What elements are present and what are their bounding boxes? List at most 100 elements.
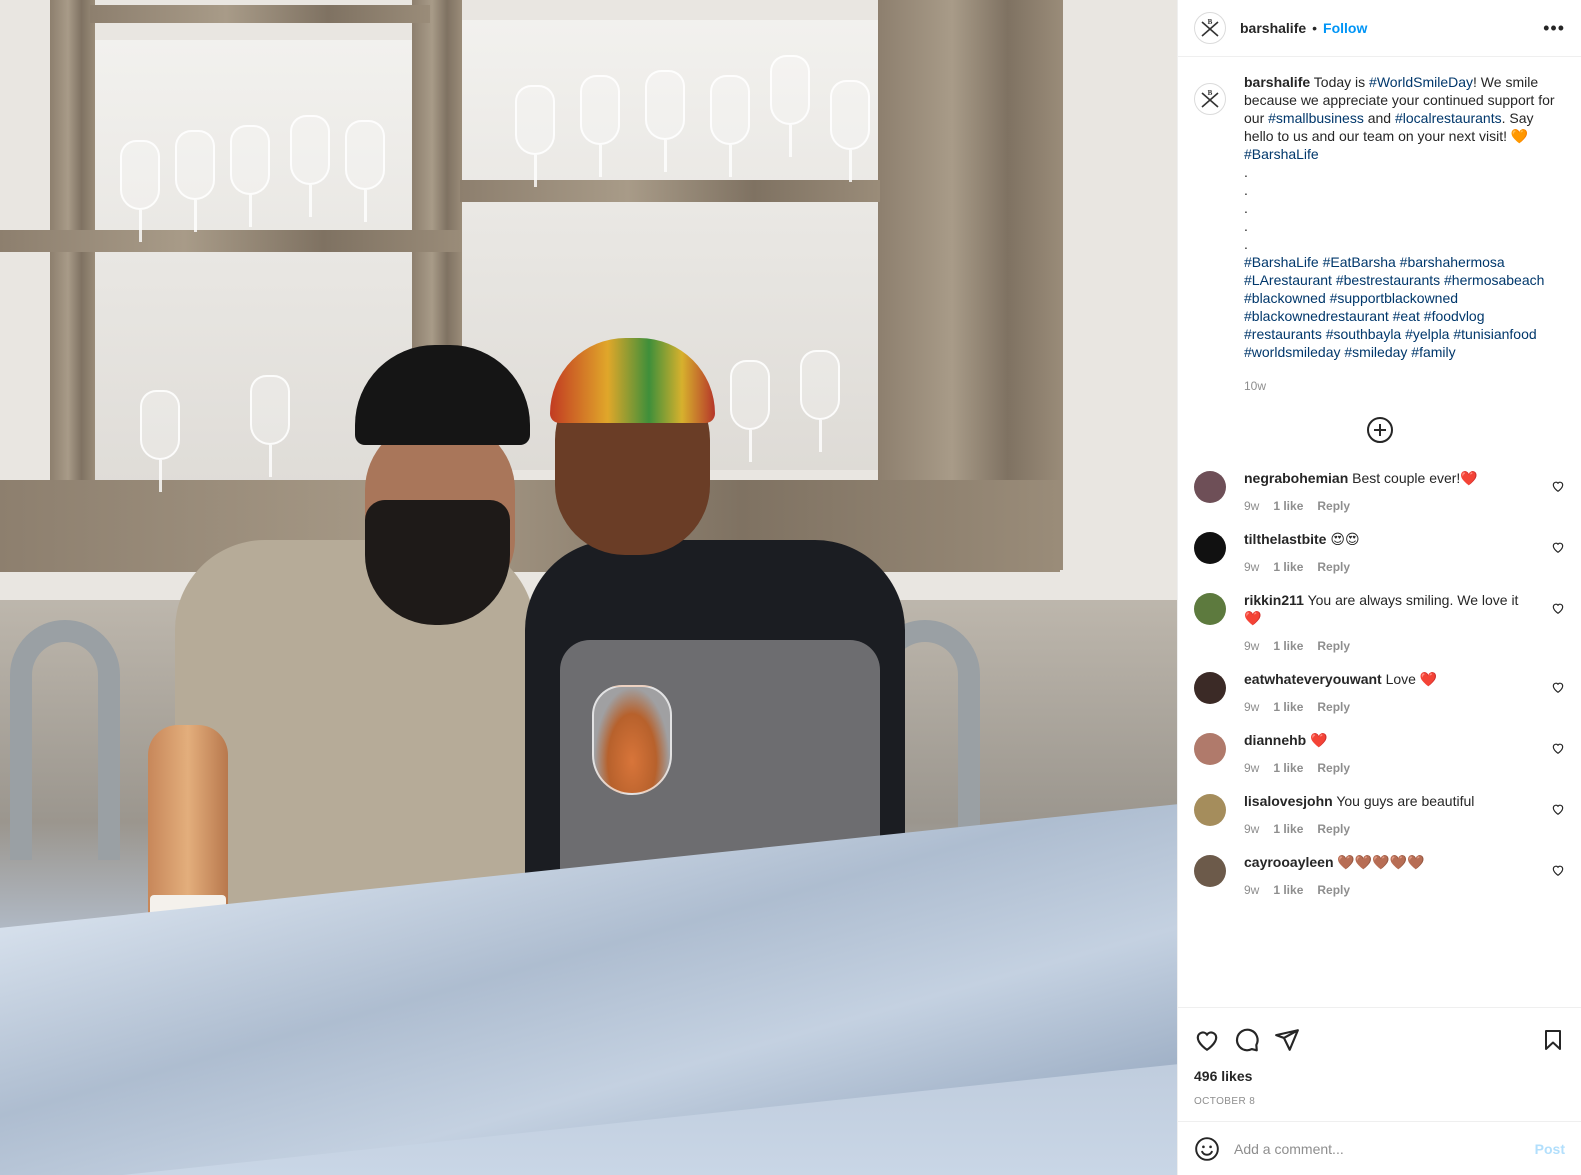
photo-glass bbox=[175, 130, 215, 232]
heart-icon[interactable] bbox=[1551, 741, 1565, 755]
avatar[interactable] bbox=[1194, 593, 1226, 625]
comment-meta: 9w 1 like Reply bbox=[1244, 822, 1534, 836]
bookmark-icon[interactable] bbox=[1541, 1027, 1565, 1053]
heart-icon[interactable] bbox=[1551, 680, 1565, 694]
comment-username[interactable]: eatwhateveryouwant bbox=[1244, 671, 1382, 687]
post-date[interactable]: October 8 bbox=[1194, 1096, 1565, 1107]
comment-item: eatwhateveryouwant Love ❤️ 9w 1 like Reply bbox=[1194, 670, 1565, 714]
heart-icon[interactable] bbox=[1551, 601, 1565, 615]
comment-item: tilthelastbite 😍😍 9w 1 like Reply bbox=[1194, 530, 1565, 574]
caption-body: barshalife Today is #WorldSmileDay! We s… bbox=[1244, 73, 1565, 395]
photo-shelf-board bbox=[0, 230, 462, 252]
heart-icon[interactable] bbox=[1551, 863, 1565, 877]
comment-time[interactable]: 9w bbox=[1244, 560, 1259, 574]
comment-likes[interactable]: 1 like bbox=[1273, 700, 1303, 714]
caption-dot: . bbox=[1244, 218, 1248, 234]
reply-button[interactable]: Reply bbox=[1317, 639, 1350, 653]
caption-timestamp[interactable]: 10w bbox=[1244, 377, 1565, 395]
comment-username[interactable]: negrabohemian bbox=[1244, 470, 1348, 486]
share-paper-plane-icon[interactable] bbox=[1274, 1027, 1300, 1053]
photo-glass bbox=[345, 120, 385, 222]
comment-likes[interactable]: 1 like bbox=[1273, 822, 1303, 836]
heart-icon[interactable] bbox=[1551, 802, 1565, 816]
comment-content: You guys are beautiful bbox=[1332, 793, 1475, 809]
comment-meta: 9w 1 like Reply bbox=[1244, 639, 1534, 653]
avatar[interactable] bbox=[1194, 794, 1226, 826]
comment-likes[interactable]: 1 like bbox=[1273, 639, 1303, 653]
comment-likes[interactable]: 1 like bbox=[1273, 883, 1303, 897]
comment-likes[interactable]: 1 like bbox=[1273, 499, 1303, 513]
comment-time[interactable]: 9w bbox=[1244, 883, 1259, 897]
hashtag-link[interactable]: #WorldSmileDay bbox=[1369, 74, 1473, 90]
comment-time[interactable]: 9w bbox=[1244, 639, 1259, 653]
likes-count[interactable]: 496 likes bbox=[1194, 1068, 1565, 1084]
photo-shelf-board bbox=[460, 180, 880, 202]
heart-icon[interactable] bbox=[1551, 479, 1565, 493]
photo-shelf-board bbox=[0, 480, 1060, 572]
post-comment-button[interactable]: Post bbox=[1535, 1141, 1565, 1157]
avatar[interactable]: B bbox=[1194, 83, 1226, 115]
post-photo[interactable] bbox=[0, 0, 1177, 1175]
heart-icon[interactable] bbox=[1551, 540, 1565, 554]
hashtag-link[interactable]: #BarshaLife bbox=[1244, 146, 1319, 162]
reply-button[interactable]: Reply bbox=[1317, 499, 1350, 513]
photo-beer-tap bbox=[10, 620, 120, 860]
post-header: B barshalife • Follow ••• bbox=[1178, 0, 1581, 57]
caption-dot: . bbox=[1244, 236, 1248, 252]
photo-glass bbox=[290, 115, 330, 217]
photo-glass bbox=[645, 70, 685, 172]
comment-text: diannehb ❤️ bbox=[1244, 731, 1534, 749]
comment-bubble-icon[interactable] bbox=[1234, 1027, 1260, 1053]
avatar[interactable]: B bbox=[1194, 12, 1226, 44]
comment-time[interactable]: 9w bbox=[1244, 761, 1259, 775]
comment-content: ❤️ bbox=[1306, 732, 1328, 748]
comment-time[interactable]: 9w bbox=[1244, 700, 1259, 714]
avatar[interactable] bbox=[1194, 733, 1226, 765]
comment-time[interactable]: 9w bbox=[1244, 499, 1259, 513]
header-username[interactable]: barshalife bbox=[1240, 20, 1306, 36]
comment-text: tilthelastbite 😍😍 bbox=[1244, 530, 1534, 548]
photo-glass bbox=[730, 360, 770, 462]
comment-username[interactable]: lisalovesjohn bbox=[1244, 793, 1333, 809]
avatar[interactable] bbox=[1194, 672, 1226, 704]
comment-time[interactable]: 9w bbox=[1244, 822, 1259, 836]
photo-glass bbox=[710, 75, 750, 177]
photo-glass bbox=[120, 140, 160, 242]
photo-glass bbox=[140, 390, 180, 492]
post-actions: 496 likes October 8 bbox=[1178, 1007, 1581, 1107]
reply-button[interactable]: Reply bbox=[1317, 700, 1350, 714]
hashtag-link[interactable]: #localrestaurants bbox=[1395, 110, 1502, 126]
like-heart-icon[interactable] bbox=[1194, 1027, 1220, 1053]
hashtag-link[interactable]: #smallbusiness bbox=[1268, 110, 1364, 126]
svg-text:B: B bbox=[1208, 89, 1213, 97]
caption-hashtags[interactable]: #BarshaLife #EatBarsha #barshahermosa #L… bbox=[1244, 253, 1565, 361]
photo-glass bbox=[800, 350, 840, 452]
comment-item: cayrooayleen 🤎🤎🤎🤎🤎 9w 1 like Reply bbox=[1194, 853, 1565, 897]
comment-username[interactable]: rikkin211 bbox=[1244, 592, 1304, 608]
comment-likes[interactable]: 1 like bbox=[1273, 560, 1303, 574]
comments-list[interactable]: B barshalife Today is #WorldSmileDay! We… bbox=[1178, 57, 1581, 1007]
emoji-icon[interactable] bbox=[1194, 1136, 1220, 1162]
comment-likes[interactable]: 1 like bbox=[1273, 761, 1303, 775]
comment-text: eatwhateveryouwant Love ❤️ bbox=[1244, 670, 1534, 688]
reply-button[interactable]: Reply bbox=[1317, 761, 1350, 775]
caption-fragment: and bbox=[1363, 110, 1395, 126]
reply-button[interactable]: Reply bbox=[1317, 822, 1350, 836]
caption-username[interactable]: barshalife bbox=[1244, 74, 1310, 90]
comment-username[interactable]: cayrooayleen bbox=[1244, 854, 1334, 870]
comment-text: lisalovesjohn You guys are beautiful bbox=[1244, 792, 1534, 810]
load-more-comments[interactable] bbox=[1194, 417, 1565, 443]
avatar[interactable] bbox=[1194, 471, 1226, 503]
comment-username[interactable]: diannehb bbox=[1244, 732, 1306, 748]
plus-circle-icon[interactable] bbox=[1366, 417, 1393, 443]
avatar[interactable] bbox=[1194, 532, 1226, 564]
more-options-icon[interactable]: ••• bbox=[1543, 19, 1565, 37]
reply-button[interactable]: Reply bbox=[1317, 883, 1350, 897]
comment-input[interactable] bbox=[1234, 1140, 1535, 1157]
reply-button[interactable]: Reply bbox=[1317, 560, 1350, 574]
avatar[interactable] bbox=[1194, 855, 1226, 887]
comment-username[interactable]: tilthelastbite bbox=[1244, 531, 1326, 547]
comment-content: 😍😍 bbox=[1326, 531, 1360, 547]
post-caption: B barshalife Today is #WorldSmileDay! We… bbox=[1194, 73, 1565, 395]
follow-button[interactable]: Follow bbox=[1323, 20, 1367, 36]
